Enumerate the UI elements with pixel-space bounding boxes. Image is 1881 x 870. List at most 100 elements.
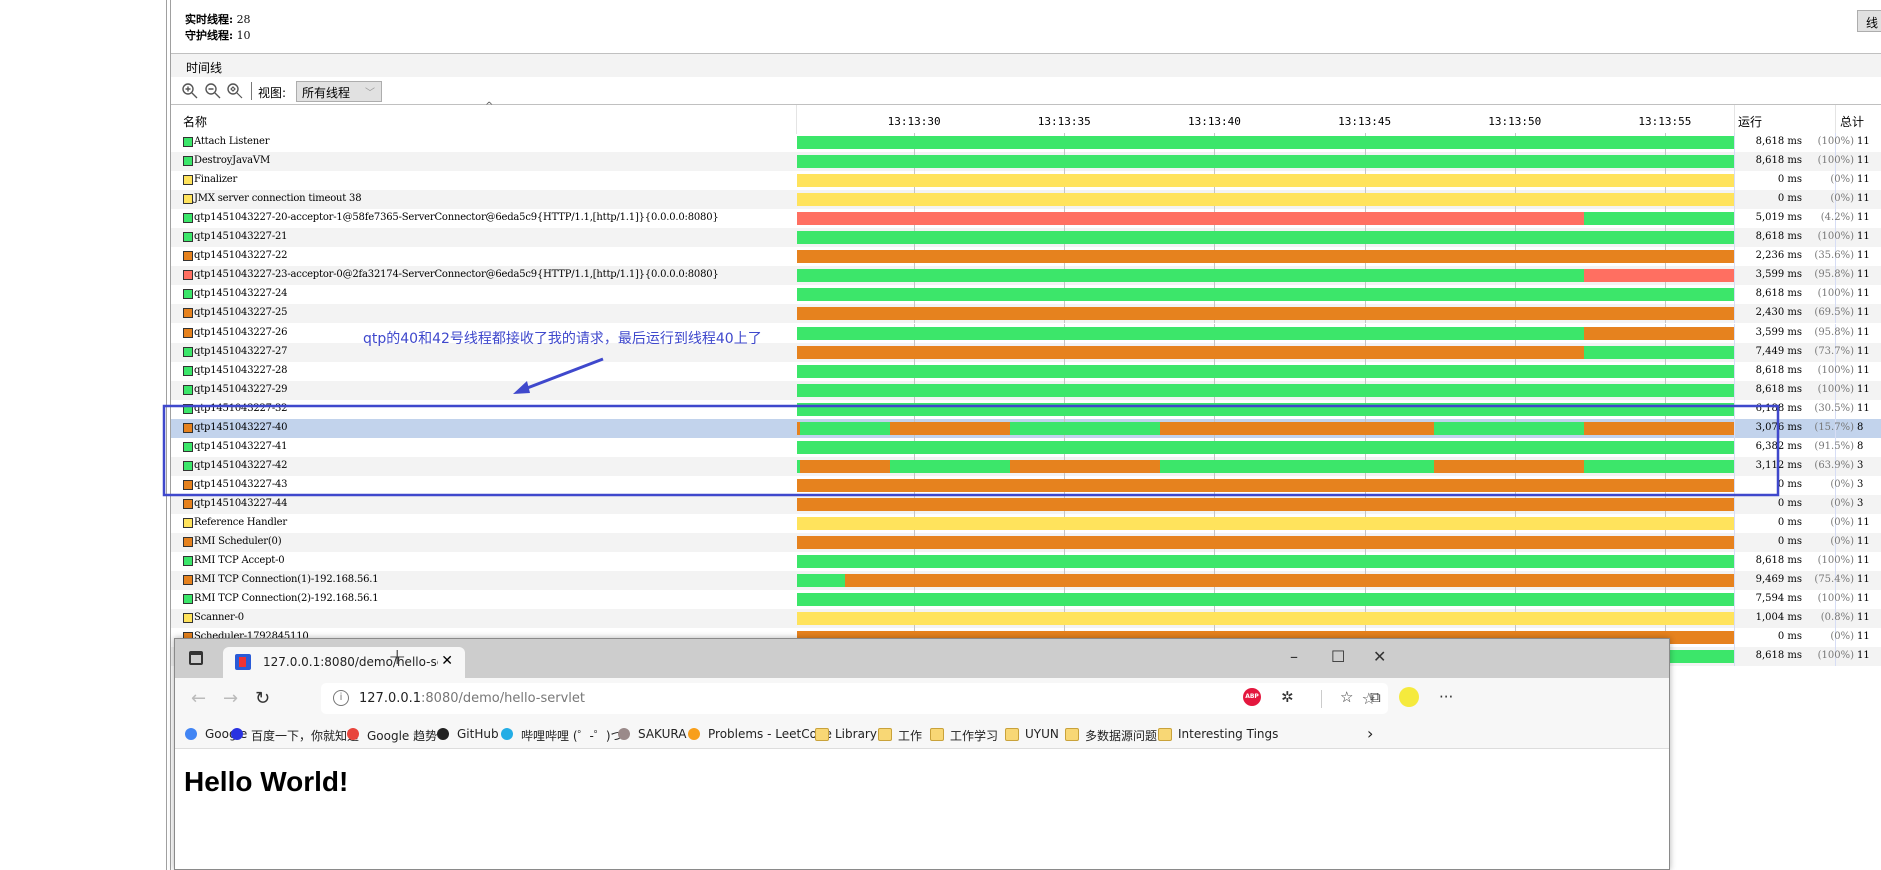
timeline-tab[interactable]: 时间线 (171, 53, 1881, 77)
bookmark-item[interactable]: 百度一下，你就知道 (231, 727, 359, 744)
thread-row[interactable]: RMI TCP Connection(1)-192.168.56.1 9,469 … (171, 571, 1881, 591)
total-time: 11 (1857, 536, 1870, 548)
thread-name: Scanner-0 (194, 612, 244, 624)
close-window-button[interactable]: ✕ (1373, 647, 1386, 666)
column-name[interactable]: 名称 (183, 105, 207, 134)
minimize-button[interactable]: – (1290, 647, 1298, 666)
thread-row[interactable]: Reference Handler 0 ms (0%) 11 (171, 514, 1881, 533)
info-icon[interactable]: i (333, 690, 349, 706)
thread-row[interactable]: qtp1451043227-24 8,618 ms (100%) 11 (171, 285, 1881, 305)
leetcode-icon (688, 728, 700, 740)
thread-row[interactable]: JMX server connection timeout 38 0 ms (0%)… (171, 190, 1881, 210)
adblock-icon[interactable]: ABP (1243, 688, 1261, 706)
thread-row[interactable]: RMI TCP Accept-0 8,618 ms (100%) 11 (171, 552, 1881, 572)
timeline-segment-running (797, 383, 1734, 397)
timeline-segment-running (797, 155, 1734, 169)
total-time: 11 (1857, 212, 1870, 224)
bookmark-item[interactable]: SAKURA (618, 727, 686, 741)
timeline-segment-running (1010, 421, 1161, 435)
thread-dump-button[interactable]: 线 (1857, 10, 1881, 32)
extensions-icon[interactable]: ✲ (1281, 688, 1294, 706)
running-percent: (100%) (1817, 650, 1854, 662)
bookmark-item[interactable]: UYUN (1005, 727, 1059, 741)
bookmark-label: Problems - LeetCode (708, 727, 832, 741)
thread-row[interactable]: DestroyJavaVM 8,618 ms (100%) 11 (171, 152, 1881, 172)
thread-row[interactable]: qtp1451043227-20-acceptor-1@58fe7365-Ser… (171, 209, 1881, 229)
zoom-in-icon[interactable] (181, 82, 199, 100)
favorites-icon[interactable]: ☆ (1340, 688, 1353, 706)
bookmark-item[interactable]: Google 趋势 (347, 727, 437, 744)
thread-row[interactable]: RMI TCP Connection(2)-192.168.56.1 7,594 … (171, 590, 1881, 610)
thread-row[interactable]: Scanner-0 1,004 ms (0.8%) 11 (171, 609, 1881, 629)
tab-actions-icon[interactable] (189, 651, 203, 665)
timeline-segment-park (797, 345, 1584, 359)
more-menu-icon[interactable]: ··· (1439, 688, 1453, 706)
thread-state-icon (183, 175, 193, 186)
timeline-segment-park (1583, 326, 1734, 340)
bookmark-item[interactable]: GitHub (437, 727, 499, 741)
thread-name: qtp1451043227-24 (194, 288, 288, 300)
maximize-button[interactable]: ☐ (1331, 647, 1345, 666)
timeline-segment-running (797, 593, 1734, 607)
zoom-fit-icon[interactable] (226, 82, 244, 100)
timeline-segment-running (797, 231, 1734, 245)
bookmark-item[interactable]: 哔哩哔哩 (゜-゜)つ (501, 727, 623, 744)
toolbar-divider (251, 82, 252, 100)
column-total[interactable]: 总计 (1840, 105, 1864, 134)
thread-row[interactable]: qtp1451043227-42 3,112 ms (63.9%) 3 (171, 456, 1881, 476)
total-time: 11 (1857, 231, 1870, 243)
thread-state-icon (183, 403, 193, 414)
thread-row[interactable]: Finalizer 0 ms (0%) 11 (171, 171, 1881, 191)
thread-row[interactable]: qtp1451043227-29 8,618 ms (100%) 11 (171, 380, 1881, 400)
running-percent: (75.4%) (1814, 574, 1854, 586)
thread-row[interactable]: qtp1451043227-23-acceptor-0@2fa32174-Ser… (171, 266, 1881, 286)
running-time: 8,618 ms (1755, 288, 1802, 300)
thread-name: qtp1451043227-41 (194, 440, 288, 452)
browser-tab[interactable]: 127.0.0.1:8080/demo/hello-servlet ✕ (223, 647, 465, 678)
thread-row[interactable]: Attach Listener 8,618 ms (100%) 11 (171, 133, 1881, 152)
thread-row[interactable]: RMI Scheduler(0) 0 ms (0%) 11 (171, 533, 1881, 553)
running-time: 0 ms (1777, 631, 1802, 643)
bookmark-item[interactable]: 工作学习 (930, 727, 998, 744)
new-tab-button[interactable]: + (388, 645, 406, 670)
bookmark-label: 工作 (898, 729, 923, 743)
address-bar[interactable]: i 127.0.0.1:8080/demo/hello-servlet ☆ (321, 683, 1388, 714)
thread-row[interactable]: qtp1451043227-40 3,076 ms (15.7%) 8 (171, 418, 1881, 438)
bookmark-item[interactable]: Interesting Tings (1158, 727, 1278, 741)
running-percent: (100%) (1817, 593, 1854, 605)
total-time: 3 (1857, 478, 1864, 490)
profile-avatar[interactable] (1399, 687, 1419, 707)
bookmark-item[interactable]: Problems - LeetCode (688, 727, 832, 741)
thread-row[interactable]: qtp1451043227-28 8,618 ms (100%) 11 (171, 361, 1881, 381)
thread-state-icon (183, 213, 193, 224)
view-select[interactable]: 所有线程 ﹀ (296, 81, 382, 102)
thread-row[interactable]: qtp1451043227-41 6,382 ms (91.5%) 8 (171, 437, 1881, 457)
back-button[interactable]: ← (191, 688, 206, 709)
thread-row[interactable]: qtp1451043227-22 2,236 ms (35.6%) 11 (171, 247, 1881, 267)
thread-row[interactable]: qtp1451043227-32 6,188 ms (30.5%) 11 (171, 399, 1881, 419)
running-percent: (15.7%) (1814, 421, 1854, 433)
thread-row[interactable]: qtp1451043227-44 0 ms (0%) 3 (171, 494, 1881, 514)
thread-name: qtp1451043227-27 (194, 345, 288, 357)
forward-button[interactable]: → (223, 688, 238, 709)
bookmark-item[interactable]: 多数据源问题 (1065, 727, 1157, 744)
thread-row[interactable]: qtp1451043227-21 8,618 ms (100%) 11 (171, 228, 1881, 248)
bookmarks-overflow-icon[interactable]: › (1367, 724, 1373, 743)
bookmark-label: 多数据源问题 (1085, 729, 1158, 743)
time-tick-label: 13:13:40 (1187, 115, 1241, 128)
thread-row[interactable]: qtp1451043227-43 0 ms (0%) 3 (171, 475, 1881, 495)
collections-icon[interactable]: ⧉ (1370, 688, 1381, 706)
zoom-out-icon[interactable] (204, 82, 222, 100)
refresh-button[interactable]: ↻ (255, 688, 270, 709)
thread-row[interactable]: qtp1451043227-25 2,430 ms (69.5%) 11 (171, 304, 1881, 324)
bookmark-label: UYUN (1025, 727, 1059, 741)
total-time: 11 (1857, 250, 1870, 262)
trends-icon (347, 728, 359, 740)
bookmark-item[interactable]: 工作 (878, 727, 922, 744)
bookmark-item[interactable]: Library (815, 727, 877, 741)
live-threads: 实时线程: 28 (185, 13, 251, 26)
column-running[interactable]: 运行 (1738, 105, 1762, 134)
close-tab-icon[interactable]: ✕ (441, 653, 453, 669)
total-time: 11 (1857, 517, 1870, 528)
sort-ascending-icon: ^ (485, 101, 494, 112)
